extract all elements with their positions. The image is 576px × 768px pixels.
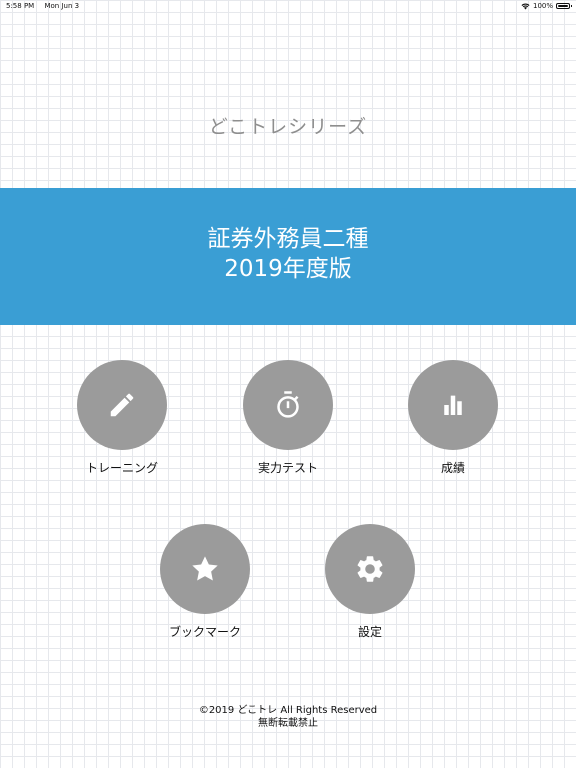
stopwatch-icon [277, 391, 299, 418]
status-time: 5:58 PM [6, 2, 35, 10]
app-title-banner: 証券外務員二種 2019年度版 [0, 188, 576, 325]
battery-percent: 100% [532, 2, 553, 10]
test-button[interactable]: 実力テスト [233, 360, 343, 476]
training-label: トレーニング [85, 461, 158, 475]
results-button[interactable]: 成績 [398, 360, 508, 476]
status-right: 100% [521, 0, 572, 12]
battery-icon [556, 3, 572, 9]
no-reproduction-notice: 無断転載禁止 [258, 718, 318, 729]
settings-label: 設定 [357, 625, 382, 639]
training-circle[interactable] [77, 360, 167, 450]
bookmark-circle[interactable] [160, 524, 250, 614]
settings-circle[interactable] [325, 524, 415, 614]
wifi-icon [521, 3, 530, 9]
bookmark-label: ブックマーク [168, 625, 241, 639]
bookmark-button[interactable]: ブックマーク [150, 524, 260, 640]
status-left: 5:58 PM Mon Jun 3 [6, 0, 87, 12]
results-circle[interactable] [408, 360, 498, 450]
training-button[interactable]: トレーニング [67, 360, 177, 476]
copyright-text: ©2019 どこトレ All Rights Reserved [198, 705, 378, 716]
series-title: どこトレシリーズ [208, 116, 368, 138]
results-label: 成績 [440, 461, 465, 475]
test-label: 実力テスト [257, 461, 318, 475]
footer: ©2019 どこトレ All Rights Reserved 無断転載禁止 [0, 704, 576, 730]
status-date: Mon Jun 3 [44, 2, 80, 10]
test-circle[interactable] [243, 360, 333, 450]
gear-icon [357, 556, 383, 582]
app-title: 証券外務員二種 [207, 226, 369, 252]
pencil-icon [110, 393, 134, 417]
app-edition: 2019年度版 [224, 256, 352, 282]
star-icon [192, 556, 218, 581]
settings-button[interactable]: 設定 [315, 524, 425, 640]
status-bar: 5:58 PM Mon Jun 3 100% [0, 0, 576, 12]
bar-chart-icon [444, 395, 462, 415]
